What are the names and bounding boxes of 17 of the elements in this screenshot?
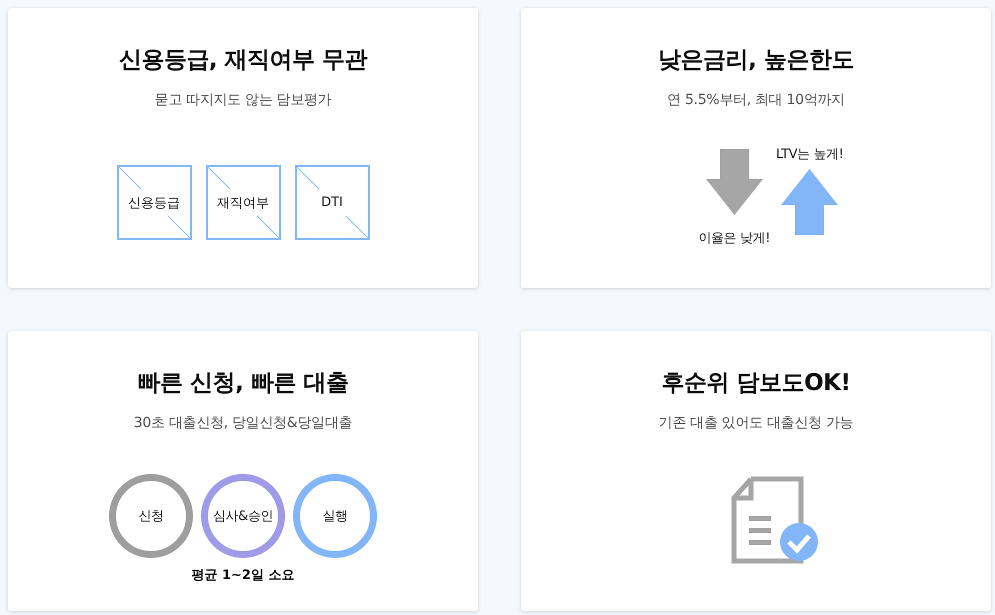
step-circle: 심사&승인	[201, 474, 285, 558]
card-title: 낮은금리, 높은한도	[658, 46, 854, 75]
card-subtitle: 묻고 따지지도 않는 담보평가	[154, 91, 332, 109]
card-title: 빠른 신청, 빠른 대출	[138, 369, 348, 398]
card-subtitle: 30초 대출신청, 당일신청&당일대출	[134, 414, 352, 432]
criterion-box: 신용등급	[116, 165, 192, 240]
card-title: 신용등급, 재직여부 무관	[118, 46, 368, 75]
step-circle: 실행	[293, 474, 377, 558]
criterion-box: 재직여부	[206, 165, 280, 240]
step-circle: 신청	[109, 474, 193, 558]
duration-note: 평균 1~2일 소요	[191, 567, 295, 584]
criterion-box: DTI	[294, 165, 370, 240]
card-title: 후순위 담보도OK!	[662, 369, 850, 398]
arrow-label: LTV는 높게!	[776, 146, 844, 163]
arrow-label: 이율은 낮게!	[698, 230, 770, 247]
card-subtitle: 기존 대출 있어도 대출신청 가능	[658, 414, 854, 432]
card-subtitle: 연 5.5%부터, 최대 10억까지	[667, 91, 845, 109]
